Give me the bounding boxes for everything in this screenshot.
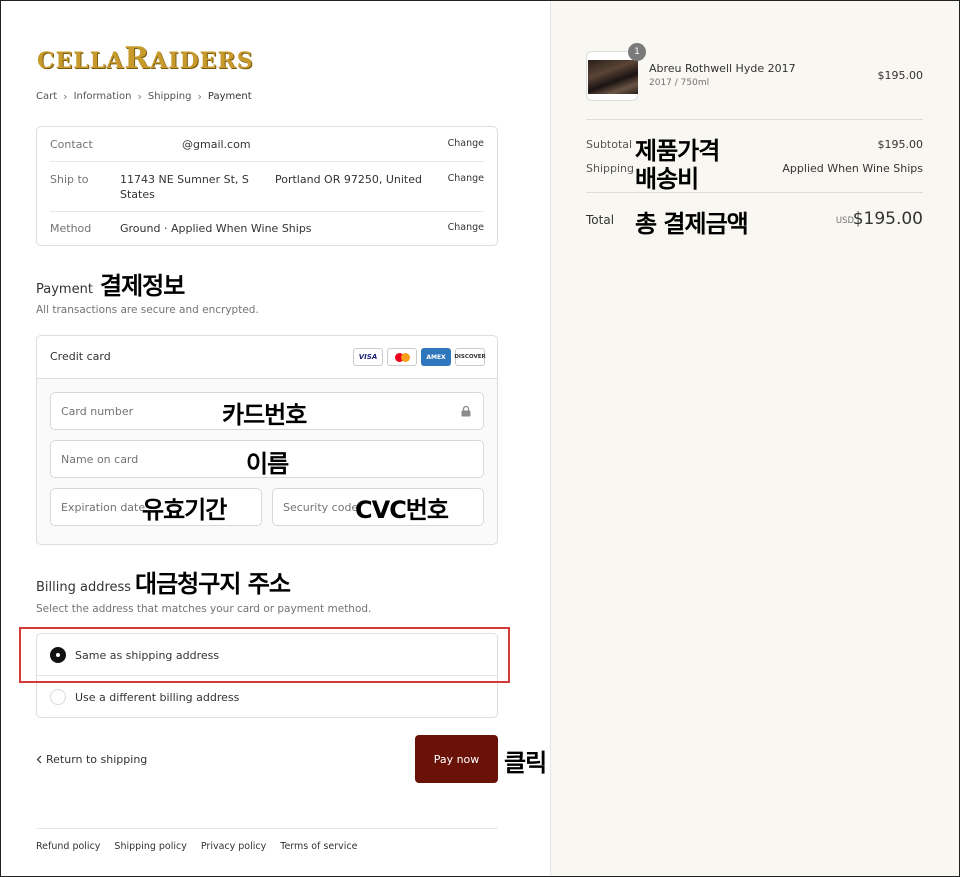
shipto-line1: 11743 NE Sumner St, S xyxy=(120,173,249,186)
chevron-left-icon xyxy=(36,755,42,764)
product-variant: 2017 / 750ml xyxy=(649,78,710,88)
return-label: Return to shipping xyxy=(46,753,148,766)
security-annotation: CVC번호 xyxy=(355,496,449,524)
shipto-city: Portland OR 97250, United xyxy=(275,173,422,186)
change-shipto-link[interactable]: Change xyxy=(448,173,484,184)
payment-subtitle: All transactions are secure and encrypte… xyxy=(36,304,259,316)
method-value: Ground · Applied When Wine Ships xyxy=(120,222,312,235)
highlight-box xyxy=(19,627,510,683)
total-annotation: 총 결제금액 xyxy=(635,210,749,238)
product-price: $195.00 xyxy=(877,69,924,82)
product-name: Abreu Rothwell Hyde 2017 xyxy=(649,62,796,75)
expiration-annotation: 유효기간 xyxy=(142,496,227,524)
credit-card-label: Credit card xyxy=(50,350,111,363)
credit-card-header[interactable]: Credit card VISA AMEX DISCOVER xyxy=(37,336,497,379)
billing-title: Billing address xyxy=(36,580,132,595)
payment-title: Payment xyxy=(36,282,93,297)
logo-text-2: R xyxy=(124,41,151,76)
mastercard-icon xyxy=(387,348,417,366)
divider xyxy=(586,119,923,120)
product-image xyxy=(588,60,638,94)
breadcrumb: Cart › Information › Shipping › Payment xyxy=(36,90,252,103)
chevron-right-icon: › xyxy=(137,90,142,103)
contact-value: @gmail.com xyxy=(182,138,251,151)
shipping-label: Shipping xyxy=(586,162,634,175)
order-summary: 1 Abreu Rothwell Hyde 2017 2017 / 750ml … xyxy=(550,1,959,876)
breadcrumb-shipping[interactable]: Shipping xyxy=(148,91,192,102)
logo-text-3: AIDERS xyxy=(150,48,254,74)
radio-unchecked-icon[interactable] xyxy=(50,689,66,705)
pay-annotation: 클릭 xyxy=(504,749,547,777)
chevron-right-icon: › xyxy=(197,90,202,103)
shipping-value: Applied When Wine Ships xyxy=(782,162,923,175)
visa-icon: VISA xyxy=(353,348,383,366)
change-method-link[interactable]: Change xyxy=(448,222,484,233)
shipto-label: Ship to xyxy=(50,173,89,186)
method-label: Method xyxy=(50,222,92,235)
divider xyxy=(50,161,484,162)
amex-icon: AMEX xyxy=(421,348,451,366)
divider xyxy=(50,211,484,212)
footer-divider xyxy=(36,828,498,829)
security-placeholder: Security code xyxy=(283,501,359,514)
subtotal-value: $195.00 xyxy=(877,138,924,151)
shipping-policy-link[interactable]: Shipping policy xyxy=(114,841,186,852)
refund-policy-link[interactable]: Refund policy xyxy=(36,841,100,852)
chevron-right-icon: › xyxy=(63,90,68,103)
billing-different-label: Use a different billing address xyxy=(75,690,240,704)
discover-icon: DISCOVER xyxy=(454,348,486,366)
breadcrumb-cart[interactable]: Cart xyxy=(36,91,57,102)
method-prefix: Ground · xyxy=(120,222,171,235)
billing-annotation: 대금청구지 주소 xyxy=(135,570,291,598)
terms-of-service-link[interactable]: Terms of service xyxy=(280,841,357,852)
divider xyxy=(586,192,923,193)
pay-now-button[interactable]: Pay now xyxy=(415,735,498,783)
store-logo[interactable]: CELLARAIDERS xyxy=(37,41,254,76)
breadcrumb-payment: Payment xyxy=(207,91,252,102)
lock-icon xyxy=(461,406,471,417)
total-currency: USD xyxy=(835,216,854,226)
card-brands: VISA AMEX DISCOVER xyxy=(353,348,486,366)
logo-text-1: CELLA xyxy=(37,48,125,74)
checkout-main: CELLARAIDERS Cart › Information › Shippi… xyxy=(1,1,550,876)
expiration-placeholder: Expiration date xyxy=(61,501,146,514)
billing-subtitle: Select the address that matches your car… xyxy=(36,603,372,615)
total-label: Total xyxy=(586,213,615,227)
change-contact-link[interactable]: Change xyxy=(448,138,484,149)
total-value: $195.00 xyxy=(852,209,923,229)
name-annotation: 이름 xyxy=(246,450,289,478)
quantity-badge: 1 xyxy=(628,43,646,61)
method-name: Applied When Wine Ships xyxy=(170,222,312,235)
billing-different-option[interactable]: Use a different billing address xyxy=(50,687,484,707)
shipto-line2: States xyxy=(120,188,155,201)
card-number-annotation: 카드번호 xyxy=(222,401,307,429)
breadcrumb-information[interactable]: Information xyxy=(74,91,132,102)
review-box: Contact @gmail.com Change Ship to 11743 … xyxy=(36,126,498,246)
footer-links: Refund policy Shipping policy Privacy po… xyxy=(36,841,357,852)
product-thumbnail: 1 xyxy=(586,43,646,101)
return-to-shipping-link[interactable]: Return to shipping xyxy=(36,753,147,766)
contact-label: Contact xyxy=(50,138,93,151)
shipping-annotation: 배송비 xyxy=(635,165,699,193)
payment-annotation: 결제정보 xyxy=(100,272,185,300)
privacy-policy-link[interactable]: Privacy policy xyxy=(201,841,266,852)
subtotal-label: Subtotal xyxy=(586,138,633,151)
card-number-placeholder: Card number xyxy=(61,405,134,418)
name-on-card-placeholder: Name on card xyxy=(61,453,139,466)
